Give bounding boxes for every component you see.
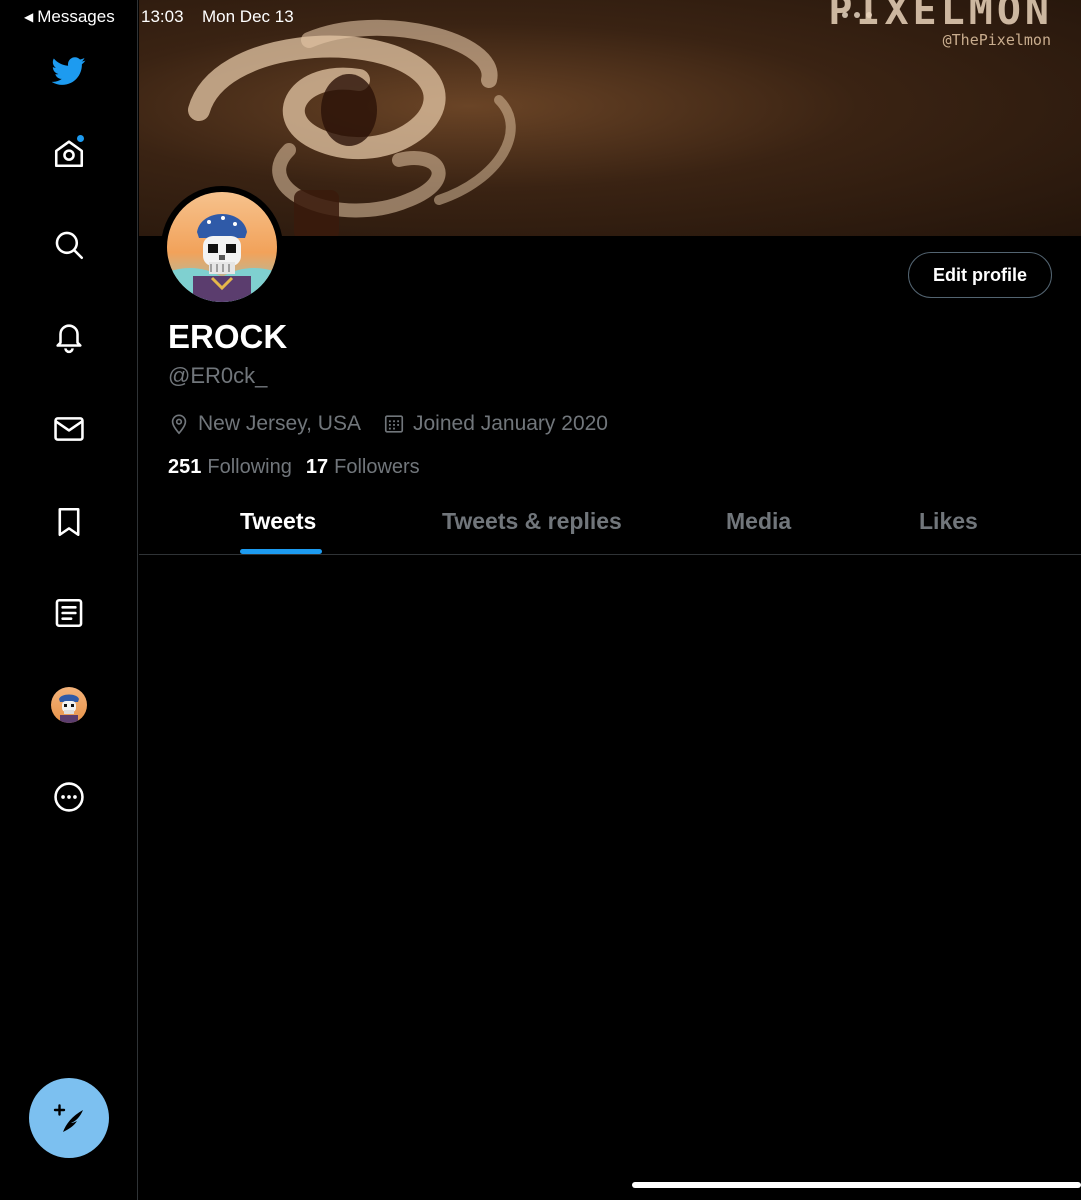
status-time: 13:03 [141, 7, 184, 26]
skull-avatar-icon [167, 214, 277, 302]
location: New Jersey, USA [168, 412, 361, 436]
tab-tweets-and-replies[interactable]: Tweets & replies [442, 508, 622, 535]
profile-banner[interactable]: PIXELMON @ThePixelmon [139, 0, 1081, 236]
twitter-logo[interactable] [50, 52, 88, 90]
profile-meta: New Jersey, USA Joined January 2020 [168, 412, 630, 436]
banner-artwork [188, 19, 516, 236]
bookmarks-nav[interactable] [50, 503, 88, 541]
back-arrow-icon: ◀ [24, 10, 34, 24]
followers-count: 17 [305, 456, 329, 478]
following-link[interactable]: 251 Following [168, 456, 292, 479]
messages-nav[interactable] [50, 410, 88, 448]
notifications-nav[interactable] [50, 318, 88, 356]
status-bar: ◀ Messages 13:03 Mon Dec 13 [0, 0, 1081, 34]
profile-avatar[interactable] [161, 186, 283, 308]
back-label: Messages [37, 7, 115, 26]
search-icon [55, 231, 84, 260]
home-nav[interactable] [50, 134, 88, 172]
bird-icon [52, 57, 86, 85]
lists-nav[interactable] [50, 594, 88, 632]
display-name: EROCK [168, 318, 288, 355]
location-text: New Jersey, USA [198, 412, 361, 435]
active-tab-indicator [240, 549, 322, 554]
bookmark-icon [58, 507, 80, 537]
tab-likes[interactable]: Likes [919, 508, 978, 535]
join-date-text: Joined January 2020 [413, 412, 608, 435]
back-to-messages[interactable]: ◀ Messages [24, 7, 115, 27]
join-date: Joined January 2020 [383, 412, 608, 436]
followers-label: Followers [334, 456, 420, 478]
skull-avatar-icon [59, 694, 79, 723]
profile-nav-avatar[interactable] [51, 687, 87, 723]
status-date: Mon Dec 13 [202, 7, 294, 26]
tab-media[interactable]: Media [726, 508, 791, 535]
bell-icon [56, 324, 82, 354]
follow-stats: 251 Following 17 Followers [168, 456, 434, 479]
home-indicator[interactable] [632, 1182, 1081, 1188]
followers-link[interactable]: 17 Followers [306, 456, 420, 479]
more-icon [54, 782, 84, 812]
more-nav[interactable] [50, 778, 88, 816]
compose-tweet-icon [53, 1104, 83, 1132]
list-icon [55, 598, 83, 628]
explore-nav[interactable] [50, 226, 88, 264]
username: @ER0ck_ [168, 363, 268, 388]
sidebar [0, 0, 138, 1200]
profile-tabs: Tweets Tweets & replies Media Likes [139, 496, 1081, 555]
compose-tweet-button[interactable] [29, 1078, 109, 1158]
calendar-icon [384, 415, 404, 433]
tab-tweets[interactable]: Tweets [240, 508, 316, 535]
edit-profile-button[interactable]: Edit profile [908, 252, 1052, 298]
following-label: Following [207, 456, 292, 478]
location-pin-icon [171, 414, 187, 435]
following-count: 251 [168, 456, 202, 478]
mail-icon [54, 417, 84, 441]
unread-dot [76, 134, 85, 143]
